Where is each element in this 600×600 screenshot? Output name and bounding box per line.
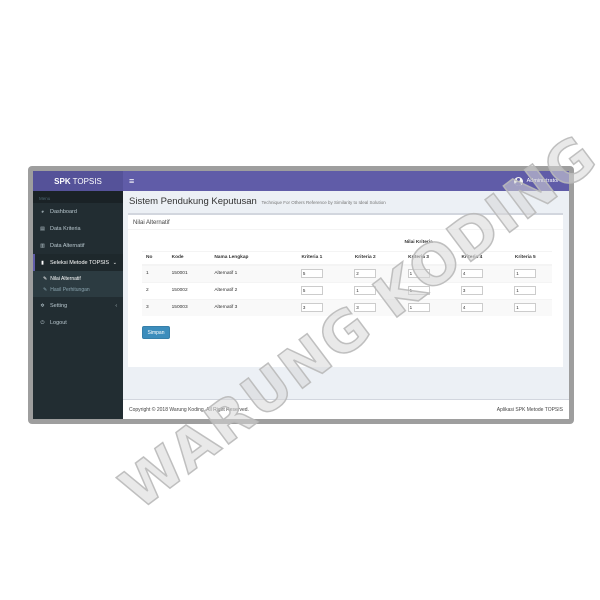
page-title: Sistem Pendukung Keputusan Technique For… bbox=[129, 196, 386, 207]
sidebar-item-label: Logout bbox=[50, 319, 67, 326]
sidebar-item-data-kriteria[interactable]: ▤ Data Kriteria bbox=[33, 220, 123, 237]
chevron-down-icon: ⌄ bbox=[112, 259, 117, 266]
kriteria-3-input[interactable]: 1 bbox=[407, 303, 430, 313]
table-row: 3 150003 Alternatif 3 3 3 1 4 1 bbox=[142, 298, 552, 316]
footer-app-name: Aplikasi SPK Metode TOPSIS bbox=[496, 406, 563, 413]
kriteria-2-input[interactable]: 3 bbox=[354, 303, 377, 313]
table-header-kriteria-2: Kriteria 2 bbox=[338, 250, 392, 266]
sidebar-header: Menu bbox=[33, 191, 123, 203]
gear-icon: ✲ bbox=[40, 302, 45, 309]
main-content: Sistem Pendukung Keputusan Technique For… bbox=[123, 191, 569, 399]
kriteria-1-input[interactable]: 5 bbox=[300, 269, 323, 279]
window-frame: SPK TOPSIS ≡ Administrator Menu ◕ Dashbo… bbox=[28, 166, 574, 424]
cell-nama: Alternatif 1 bbox=[210, 264, 286, 282]
sidebar-item-label: Data Alternatif bbox=[50, 242, 85, 249]
table-row: 2 150002 Alternatif 2 5 1 1 3 1 bbox=[142, 281, 552, 299]
alternatif-table: Nilai Kriteria No Kode Nama Lengkap Krit… bbox=[142, 235, 552, 316]
kriteria-1-input[interactable]: 5 bbox=[300, 286, 323, 295]
sidebar-item-label: Dashboard bbox=[50, 208, 77, 215]
sidebar-submenu: ✎ Nilai Alternatif ✎ Hasil Perhitungan bbox=[33, 271, 123, 297]
power-icon: ⏻ bbox=[40, 319, 45, 326]
top-navbar: SPK TOPSIS ≡ Administrator bbox=[33, 171, 569, 191]
kriteria-3-input[interactable]: 1 bbox=[407, 269, 430, 279]
footer-copyright: Copyright © 2018 Warung Koding. All Righ… bbox=[129, 406, 249, 413]
sidebar-item-setting[interactable]: ✲ Setting ‹ bbox=[33, 297, 123, 314]
logo-text: TOPSIS bbox=[72, 176, 102, 186]
cell-nama: Alternatif 3 bbox=[210, 298, 286, 316]
cell-kode: 150003 bbox=[167, 298, 211, 316]
table-row: 1 150001 Alternatif 1 5 2 1 4 1 bbox=[142, 264, 552, 282]
user-avatar-icon bbox=[513, 176, 523, 186]
app-logo[interactable]: SPK TOPSIS bbox=[33, 171, 123, 191]
kriteria-5-input[interactable]: 1 bbox=[514, 286, 537, 295]
user-name: Administrator bbox=[526, 178, 559, 184]
table-group-header: Nilai Kriteria bbox=[404, 240, 433, 246]
table-header-no: No bbox=[142, 250, 168, 266]
footer: Copyright © 2018 Warung Koding. All Righ… bbox=[123, 399, 569, 419]
sidebar-item-label: Data Kriteria bbox=[50, 225, 81, 232]
sidebar-item-logout[interactable]: ⏻ Logout bbox=[33, 314, 123, 331]
sidebar-subitem-label: Nilai Alternatif bbox=[50, 275, 81, 282]
kriteria-2-input[interactable]: 1 bbox=[354, 286, 377, 295]
kriteria-5-input[interactable]: 1 bbox=[514, 303, 537, 313]
cell-nama: Alternatif 2 bbox=[210, 281, 286, 299]
kriteria-4-input[interactable]: 3 bbox=[460, 286, 483, 295]
table-header-kriteria-4: Kriteria 4 bbox=[445, 250, 499, 266]
kriteria-2-input[interactable]: 2 bbox=[354, 269, 377, 279]
app-window: SPK TOPSIS ≡ Administrator Menu ◕ Dashbo… bbox=[33, 171, 569, 419]
table-header-nama: Nama Lengkap bbox=[210, 250, 286, 266]
table-icon: ▤ bbox=[40, 225, 45, 232]
sidebar-item-label: Setting bbox=[50, 302, 68, 309]
sidebar-subitem-hasil-perhitungan[interactable]: ✎ Hasil Perhitungan bbox=[33, 284, 123, 295]
cell-no: 1 bbox=[142, 264, 168, 282]
chevron-left-icon: ‹ bbox=[115, 302, 117, 309]
sidebar-toggle-icon[interactable]: ≡ bbox=[129, 176, 141, 186]
kriteria-5-input[interactable]: 1 bbox=[514, 269, 537, 279]
table-header-kriteria-5: Kriteria 5 bbox=[498, 250, 552, 266]
dashboard-icon: ◕ bbox=[40, 208, 45, 215]
box-title: Nilai Alternatif bbox=[128, 215, 563, 230]
content-box: Nilai Alternatif Nilai Kriteria No Kode … bbox=[128, 213, 563, 367]
kriteria-1-input[interactable]: 3 bbox=[300, 303, 323, 313]
page-subtitle: Technique For Others Reference by Simila… bbox=[261, 200, 386, 205]
bar-chart-icon: ▮ bbox=[41, 259, 44, 266]
sidebar-subitem-nilai-alternatif[interactable]: ✎ Nilai Alternatif bbox=[33, 273, 123, 284]
cell-kode: 150001 bbox=[167, 264, 211, 282]
sidebar: Menu ◕ Dashboard ▤ Data Kriteria ▥ Data … bbox=[33, 191, 123, 419]
page-title-text: Sistem Pendukung Keputusan bbox=[129, 196, 257, 207]
sidebar-item-dashboard[interactable]: ◕ Dashboard bbox=[33, 203, 123, 220]
sidebar-item-seleksi-topsis[interactable]: ▮ Seleksi Metode TOPSIS ⌄ bbox=[33, 254, 123, 271]
logo-bold: SPK bbox=[54, 176, 71, 186]
sidebar-item-label: Seleksi Metode TOPSIS bbox=[50, 259, 110, 266]
sidebar-subitem-label: Hasil Perhitungan bbox=[50, 286, 90, 293]
user-menu[interactable]: Administrator bbox=[513, 176, 559, 186]
table-header-blank bbox=[142, 235, 285, 251]
cell-no: 3 bbox=[142, 298, 168, 316]
table-header-kode: Kode bbox=[167, 250, 211, 266]
table-header-kriteria-3: Kriteria 3 bbox=[391, 250, 446, 266]
sidebar-item-data-alternatif[interactable]: ▥ Data Alternatif bbox=[33, 237, 123, 254]
list-icon: ▥ bbox=[40, 242, 45, 249]
save-button[interactable]: Simpan bbox=[142, 326, 170, 339]
edit-icon: ✎ bbox=[43, 286, 48, 293]
table-header-kriteria-1: Kriteria 1 bbox=[285, 250, 339, 266]
kriteria-4-input[interactable]: 4 bbox=[460, 303, 483, 313]
edit-icon: ✎ bbox=[43, 275, 48, 282]
cell-no: 2 bbox=[142, 281, 168, 299]
kriteria-4-input[interactable]: 4 bbox=[460, 269, 483, 279]
kriteria-3-input[interactable]: 1 bbox=[407, 286, 430, 295]
cell-kode: 150002 bbox=[167, 281, 211, 299]
